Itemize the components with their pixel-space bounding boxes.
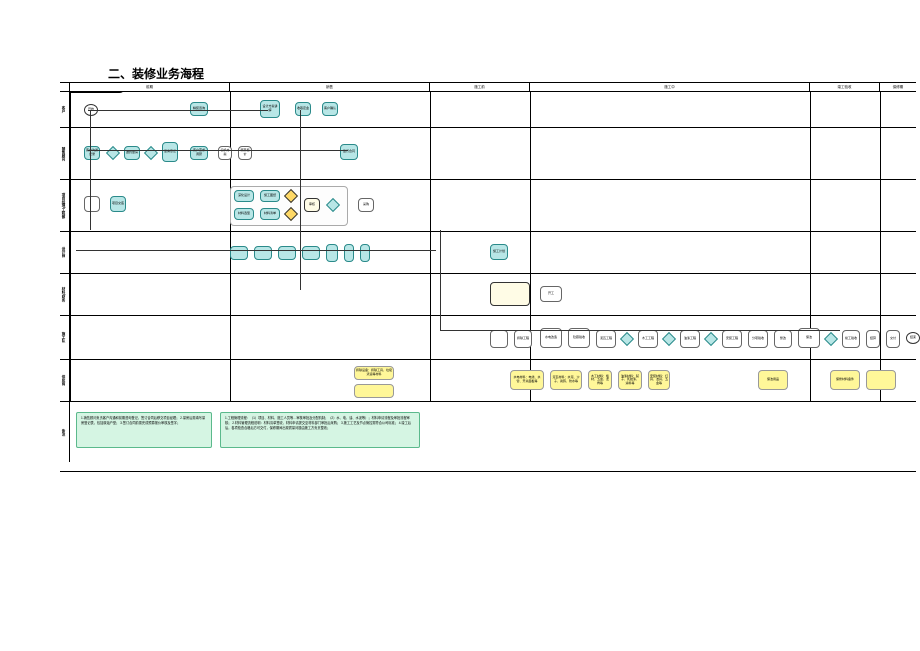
decision-measure[interactable] [144, 146, 158, 160]
lane-label-1: 客户 [60, 92, 70, 127]
node-comm-log[interactable]: 客户沟通记录 [84, 146, 100, 160]
swimlane-container: 客户 开始 精装咨询 设计方案讲解 收取定金 客户确认 销售顾问 客户沟通记录 … [60, 92, 916, 472]
lane-sales: 销售顾问 客户沟通记录 邀约量房 量房登记 客户需求调研 初步方案 预算报价 签… [60, 128, 916, 180]
node-deposit[interactable]: 收取定金 [295, 102, 311, 116]
node-deliver[interactable]: 交付 [886, 330, 900, 348]
lane-label-7: 供应商 [60, 360, 70, 401]
col-header-3: 施工前 [430, 83, 530, 91]
node-approve[interactable]: 审核 [304, 198, 320, 212]
node-mason[interactable]: 泥瓦工程 [596, 330, 616, 348]
node-pm-start[interactable] [84, 196, 100, 212]
note-box-1: 1.销售顾问负责客户沟通和前期咨询登记，签订合同后移交项目经理； 2.量房后需填… [76, 412, 212, 448]
node-material-apply[interactable] [490, 282, 530, 306]
node-c1[interactable] [490, 330, 508, 348]
node-d7[interactable] [360, 244, 370, 262]
col-header-2: 销售 [230, 83, 430, 91]
node-material-select[interactable]: 材料选型 [234, 208, 254, 220]
node-install[interactable]: 安装工程 [722, 330, 742, 348]
node-settle[interactable]: 结算 [866, 330, 880, 348]
col-header-5: 竣工验收 [810, 83, 880, 91]
lane-notes: 备注 1.销售顾问负责客户沟通和前期咨询登记，签订合同后移交项目经理； 2.量房… [60, 402, 916, 462]
note-box-2: 1.工程管理流程：（1）项目、材料、施工人员等…审核审批及分配机制；（2）水、电… [220, 412, 420, 448]
col-header-4: 施工中 [530, 83, 810, 91]
ynode-4[interactable]: 木工材料：板材、五金、龙骨等 [588, 370, 612, 390]
node-final-check[interactable]: 竣工验收 [842, 330, 860, 348]
node-rectify[interactable]: 整改 [774, 330, 792, 348]
node-d3[interactable] [278, 246, 296, 260]
node-plan[interactable]: 施工计划 [490, 244, 508, 260]
decision-paint[interactable] [704, 332, 718, 346]
ynode-6[interactable]: 安装材料：灯具、洁具、五金等 [648, 370, 670, 390]
ynode-8[interactable]: 保修材料备件 [830, 370, 860, 390]
col-header-1: 前期 [70, 83, 230, 91]
decision-final[interactable] [824, 332, 838, 346]
node-initial-plan[interactable]: 初步方案 [218, 146, 232, 160]
lane-finance: 材料/财务 开工 [60, 274, 916, 316]
node-contract[interactable]: 签订合同 [340, 144, 358, 160]
node-start-work[interactable]: 开工 [540, 286, 562, 302]
column-header-row: 前期 销售 施工前 施工中 竣工验收 保修期 [60, 82, 916, 92]
node-clean[interactable]: 保洁 [798, 328, 820, 348]
node-paint[interactable]: 油漆工程 [680, 330, 700, 348]
node-survey[interactable]: 客户需求调研 [190, 146, 208, 160]
ynode-3[interactable]: 泥瓦材料：水泥、沙子、瓷砖、防水等 [550, 370, 582, 390]
lane-pm: 项目经理/工程部 项目交底 深化设计 施工图纸 材料选型 材料清单 审核 采购 [60, 180, 916, 232]
lane-label-5: 材料/财务 [60, 274, 70, 315]
lane-construction: 施工队 拆除工程 水电改造 隐蔽验收 泥瓦工程 木工工程 油漆工程 安装工程 分… [60, 316, 916, 360]
lane-label-notes: 备注 [60, 402, 70, 462]
ynode-2[interactable]: 水电材料：电线、水管、开关面板等 [510, 370, 544, 390]
node-d5[interactable] [326, 244, 338, 262]
lane-label-6: 施工队 [60, 316, 70, 359]
node-water-elec[interactable]: 水电改造 [540, 328, 562, 348]
node-scheme-explain[interactable]: 设计方案讲解 [260, 100, 280, 118]
lane-label-3: 项目经理/工程部 [60, 180, 70, 231]
lane-label-4: 设计师 [60, 232, 70, 273]
node-demolish[interactable]: 拆除工程 [514, 330, 532, 348]
decision-carpenter[interactable] [662, 332, 676, 346]
ynode-5[interactable]: 油漆材料：腻子、乳胶漆、涂料等 [618, 370, 642, 390]
node-check[interactable]: 分项验收 [748, 330, 768, 348]
node-invite-measure[interactable]: 邀约量房 [124, 146, 140, 160]
node-hidden-check[interactable]: 隐蔽验收 [568, 328, 590, 348]
node-consult[interactable]: 精装咨询 [190, 102, 208, 116]
ynode-1[interactable]: 拆除设备：拆除工具、垃圾清运等材料 [354, 366, 394, 380]
ynode-1b[interactable] [354, 384, 394, 398]
node-drawings[interactable]: 施工图纸 [260, 190, 280, 202]
decision-invite[interactable] [106, 146, 120, 160]
node-confirm[interactable]: 客户确认 [322, 102, 338, 116]
node-measure[interactable]: 量房登记 [162, 142, 178, 162]
node-d1[interactable] [230, 246, 248, 260]
col-header-6: 保修期 [880, 83, 916, 91]
node-budget[interactable]: 预算报价 [238, 146, 252, 160]
node-purchase[interactable]: 采购 [358, 198, 374, 212]
node-material-list[interactable]: 材料清单 [260, 208, 280, 220]
node-d6[interactable] [344, 244, 354, 262]
lane-designer: 设计师 施工计划 [60, 232, 916, 274]
ynode-9[interactable] [866, 370, 896, 390]
page-title: 二、装修业务海程 [108, 65, 204, 82]
node-end[interactable]: 结束 [906, 332, 920, 344]
node-d4[interactable] [302, 246, 320, 260]
node-d2[interactable] [254, 246, 272, 260]
node-brief[interactable]: 项目交底 [110, 196, 126, 212]
lane-label-2: 销售顾问 [60, 128, 70, 179]
node-deepen-design[interactable]: 深化设计 [234, 190, 254, 202]
ynode-7[interactable]: 保洁用品 [758, 370, 788, 390]
decision-mason[interactable] [620, 332, 634, 346]
lane-supplier: 供应商 拆除设备：拆除工具、垃圾清运等材料 水电材料：电线、水管、开关面板等 泥… [60, 360, 916, 402]
node-carpenter[interactable]: 木工工程 [638, 330, 658, 348]
